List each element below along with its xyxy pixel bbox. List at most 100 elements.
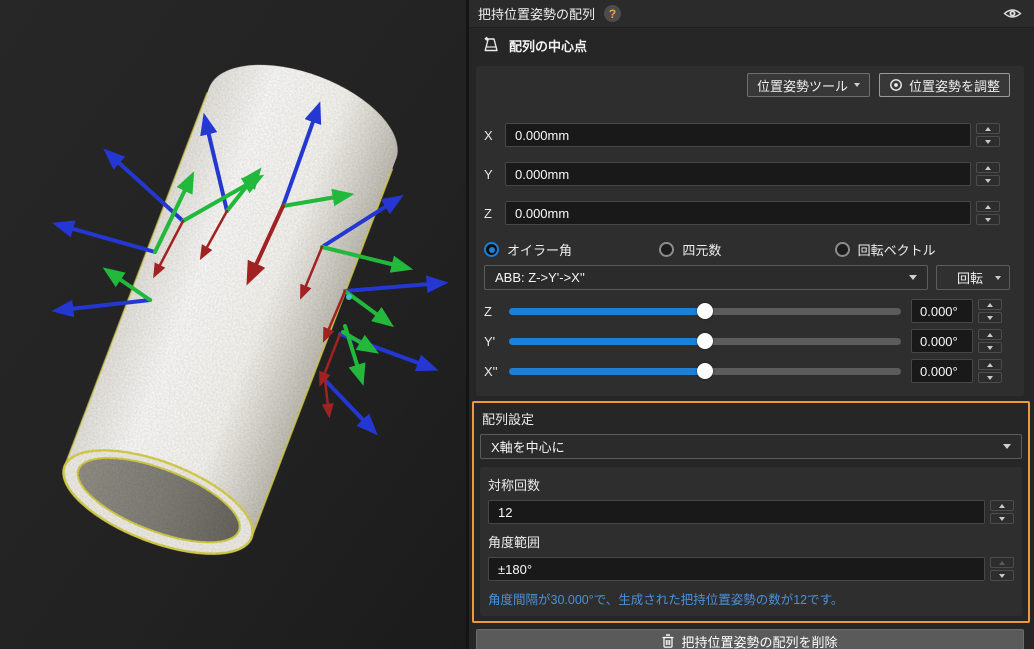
- symmetry-count-spinner: [990, 500, 1014, 524]
- z-position-field[interactable]: 0.000mm: [505, 201, 971, 225]
- section-header: 配列の中心点: [469, 28, 1034, 62]
- array-params-groupbox: 対称回数 12 角度範囲 ±180° 角度間隔が30.000°で、生成された把持…: [480, 467, 1022, 616]
- position-row-x: X 0.000mm: [484, 123, 1000, 147]
- y-spin-up-button[interactable]: [976, 162, 1000, 173]
- angle-range-spin-up-button[interactable]: [990, 557, 1014, 568]
- slider-z-spin-up-button[interactable]: [978, 299, 1002, 310]
- array-info-text: 角度間隔が30.000°で、生成された把持位置姿勢の数が12です。: [488, 593, 844, 607]
- symmetry-spin-down-button[interactable]: [990, 513, 1014, 524]
- array-axis-select[interactable]: X軸を中心に: [480, 434, 1022, 459]
- radio-euler-label: オイラー角: [507, 243, 573, 258]
- z-spin-down-button[interactable]: [976, 214, 1000, 225]
- adjust-pose-button[interactable]: 位置姿勢を調整: [878, 73, 1010, 97]
- z-spinner: [976, 201, 1000, 225]
- symmetry-count-field[interactable]: 12: [488, 500, 985, 524]
- target-icon: [890, 79, 902, 91]
- panel-titlebar: 把持位置姿勢の配列 ?: [469, 0, 1034, 28]
- pose-groupbox: 位置姿勢ツール 位置姿勢を調整 X 0.000mm Y 0.000mm Z 0.…: [476, 66, 1024, 396]
- radio-quaternion-label: 四元数: [682, 243, 722, 258]
- angle-range-field[interactable]: ±180°: [488, 557, 985, 581]
- pose-tools-label: 位置姿勢ツール: [756, 78, 848, 94]
- slider-y1-track[interactable]: [509, 333, 901, 349]
- angle-range-spin-down-button[interactable]: [990, 570, 1014, 581]
- visibility-eye-icon[interactable]: [1003, 7, 1022, 20]
- slider-x2-spinner: [978, 359, 1002, 383]
- section-title: 配列の中心点: [509, 38, 588, 54]
- trash-icon: [662, 634, 674, 648]
- panel-title: 把持位置姿勢の配列: [478, 7, 596, 22]
- help-icon[interactable]: ?: [604, 5, 622, 22]
- slider-y1-spin-down-button[interactable]: [978, 342, 1002, 353]
- slider-z-label: Z: [484, 303, 492, 319]
- slider-y1-spinner: [978, 329, 1002, 353]
- x-spin-up-button[interactable]: [976, 123, 1000, 134]
- symmetry-spin-up-button[interactable]: [990, 500, 1014, 511]
- slider-x2-track[interactable]: [509, 363, 901, 379]
- radio-rotation-vector-label: 回転ベクトル: [857, 243, 936, 258]
- rotate-dropdown-button[interactable]: 回転: [936, 265, 1010, 290]
- angle-range-spinner: [990, 557, 1014, 581]
- euler-convention-row: ABB: Z->Y'->X'' 回転: [484, 265, 1010, 290]
- selection-point-marker: [346, 294, 352, 300]
- 3d-viewport[interactable]: [0, 0, 466, 649]
- slider-x2-handle[interactable]: [697, 363, 713, 379]
- chevron-down-icon: [853, 83, 860, 87]
- slider-x2-spin-up-button[interactable]: [978, 359, 1002, 370]
- x-position-field[interactable]: 0.000mm: [505, 123, 971, 147]
- array-center-icon: [482, 36, 500, 54]
- delete-array-label: 把持位置姿勢の配列を削除: [681, 634, 838, 649]
- grasp-pose-array-panel: 把持位置姿勢の配列 ? 配列の中心点 位置姿勢ツール 位置姿勢を調整 X 0.0…: [469, 0, 1034, 649]
- rotate-label: 回転: [956, 271, 983, 286]
- slider-z-spin-down-button[interactable]: [978, 312, 1002, 323]
- slider-y1-label: Y': [484, 333, 496, 349]
- radio-quaternion[interactable]: 四元数: [659, 240, 834, 259]
- angle-range-label: 角度範囲: [488, 535, 541, 550]
- z-axis-label: Z: [484, 205, 492, 221]
- array-settings-title: 配列設定: [482, 412, 535, 427]
- pose-tools-dropdown-button[interactable]: 位置姿勢ツール: [746, 73, 870, 97]
- x-axis-label: X: [484, 127, 493, 143]
- array-settings-box: 配列設定 X軸を中心に 対称回数 12 角度範囲 ±180° 角度間隔が30.0…: [472, 401, 1030, 623]
- y-spin-down-button[interactable]: [976, 175, 1000, 186]
- delete-row: 把持位置姿勢の配列を削除: [476, 629, 1024, 649]
- radio-unselected-icon: [834, 242, 850, 257]
- position-row-z: Z 0.000mm: [484, 201, 1000, 225]
- slider-x2-label: X'': [484, 363, 498, 379]
- slider-y1-handle[interactable]: [697, 333, 713, 349]
- chevron-down-icon: [1003, 444, 1011, 449]
- y-axis-label: Y: [484, 166, 493, 182]
- array-axis-value: X軸を中心に: [491, 440, 565, 455]
- euler-convention-select[interactable]: ABB: Z->Y'->X'': [484, 265, 928, 290]
- radio-rotation-vector[interactable]: 回転ベクトル: [834, 240, 1010, 259]
- symmetry-count-row: 12: [488, 500, 1014, 524]
- chevron-down-icon: [909, 275, 917, 280]
- z-spin-up-button[interactable]: [976, 201, 1000, 212]
- pose-toolbar: 位置姿勢ツール 位置姿勢を調整: [484, 73, 1010, 97]
- slider-y1-spin-up-button[interactable]: [978, 329, 1002, 340]
- chevron-down-icon: [995, 275, 1001, 280]
- delete-array-button[interactable]: 把持位置姿勢の配列を削除: [476, 629, 1024, 649]
- slider-x2-spin-down-button[interactable]: [978, 372, 1002, 383]
- application-window: 把持位置姿勢の配列 ? 配列の中心点 位置姿勢ツール 位置姿勢を調整 X 0.0…: [0, 0, 1034, 649]
- slider-z-handle[interactable]: [697, 303, 713, 319]
- slider-row-z: Z 0.000°: [484, 296, 1002, 326]
- radio-euler-angles[interactable]: オイラー角: [484, 240, 659, 259]
- y-position-field[interactable]: 0.000mm: [505, 162, 971, 186]
- rotation-mode-radios: オイラー角 四元数 回転ベクトル: [484, 240, 1010, 259]
- slider-y1-value-field[interactable]: 0.000°: [911, 329, 973, 353]
- slider-row-y1: Y' 0.000°: [484, 326, 1002, 356]
- adjust-pose-label: 位置姿勢を調整: [908, 78, 1000, 94]
- slider-z-track[interactable]: [509, 303, 901, 319]
- euler-convention-value: ABB: Z->Y'->X'': [495, 270, 585, 285]
- radio-selected-icon: [484, 242, 499, 257]
- position-row-y: Y 0.000mm: [484, 162, 1000, 186]
- slider-x2-value-field[interactable]: 0.000°: [911, 359, 973, 383]
- slider-z-value-field[interactable]: 0.000°: [911, 299, 973, 323]
- radio-unselected-icon: [659, 242, 675, 257]
- y-spinner: [976, 162, 1000, 186]
- slider-row-x2: X'' 0.000°: [484, 356, 1002, 386]
- symmetry-count-label: 対称回数: [488, 478, 541, 493]
- x-spin-down-button[interactable]: [976, 136, 1000, 147]
- slider-z-spinner: [978, 299, 1002, 323]
- angle-range-row: ±180°: [488, 557, 1014, 581]
